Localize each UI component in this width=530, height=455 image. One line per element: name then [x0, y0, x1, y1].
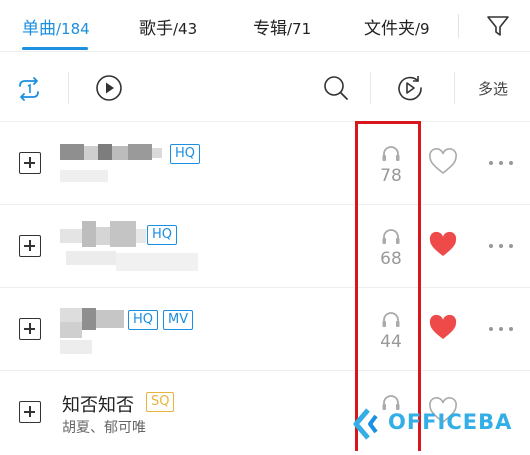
song-row[interactable]: HQ 78 — [0, 122, 530, 205]
tab-artists-count: /43 — [173, 20, 198, 38]
song-artist: 胡夏、郁可唯 — [62, 420, 146, 436]
filter-icon — [487, 16, 509, 36]
officeba-watermark: OFFICEBA — [346, 402, 526, 446]
officeba-logo-icon — [353, 408, 378, 440]
tab-albums[interactable]: 专辑/71 — [253, 14, 311, 39]
toolbar-divider — [454, 72, 455, 104]
toolbar-divider — [68, 72, 69, 104]
hq-badge: HQ — [170, 144, 201, 164]
tab-bar: 单曲/184 歌手/43 专辑/71 文件夹/9 — [0, 0, 530, 52]
multi-select-button[interactable]: 多选 — [478, 78, 508, 99]
heart-filled-icon[interactable] — [428, 231, 458, 259]
more-options-icon[interactable] — [487, 242, 515, 250]
tab-folders-label: 文件夹 — [364, 19, 415, 39]
tab-divider — [458, 14, 459, 38]
watermark-text: OFFICEBA — [388, 410, 513, 434]
tab-songs-count: /184 — [56, 20, 90, 38]
active-tab-indicator — [22, 47, 88, 50]
tab-songs-label: 单曲 — [22, 19, 56, 39]
heart-filled-icon[interactable] — [428, 314, 458, 342]
filter-button[interactable] — [484, 12, 512, 40]
search-icon[interactable] — [322, 74, 350, 102]
add-icon[interactable] — [19, 152, 41, 174]
song-row[interactable]: HQ 68 — [0, 205, 530, 288]
tab-songs[interactable]: 单曲/184 — [22, 14, 90, 39]
more-options-icon[interactable] — [487, 325, 515, 333]
hq-badge: HQ — [128, 310, 159, 330]
heart-outline-icon[interactable] — [428, 148, 458, 176]
add-icon[interactable] — [19, 318, 41, 340]
mv-badge[interactable]: MV — [163, 310, 194, 330]
sq-badge: SQ — [146, 392, 175, 412]
tab-folders-count: /9 — [415, 20, 430, 38]
tab-albums-count: /71 — [287, 20, 312, 38]
add-icon[interactable] — [19, 401, 41, 423]
tab-artists[interactable]: 歌手/43 — [139, 14, 197, 39]
add-icon[interactable] — [19, 235, 41, 257]
song-toolbar: 多选 — [0, 52, 530, 122]
toolbar-divider — [370, 72, 371, 104]
song-title: 知否知否 — [62, 395, 134, 416]
more-options-icon[interactable] — [487, 159, 515, 167]
hq-badge: HQ — [147, 225, 178, 245]
song-row[interactable]: HQ MV 44 — [0, 288, 530, 371]
play-icon[interactable] — [95, 74, 123, 102]
repeat-one-icon[interactable] — [14, 76, 44, 102]
tab-artists-label: 歌手 — [139, 19, 173, 39]
tab-folders[interactable]: 文件夹/9 — [364, 14, 430, 39]
playlist-play-icon[interactable] — [396, 74, 424, 102]
tab-albums-label: 专辑 — [253, 19, 287, 39]
